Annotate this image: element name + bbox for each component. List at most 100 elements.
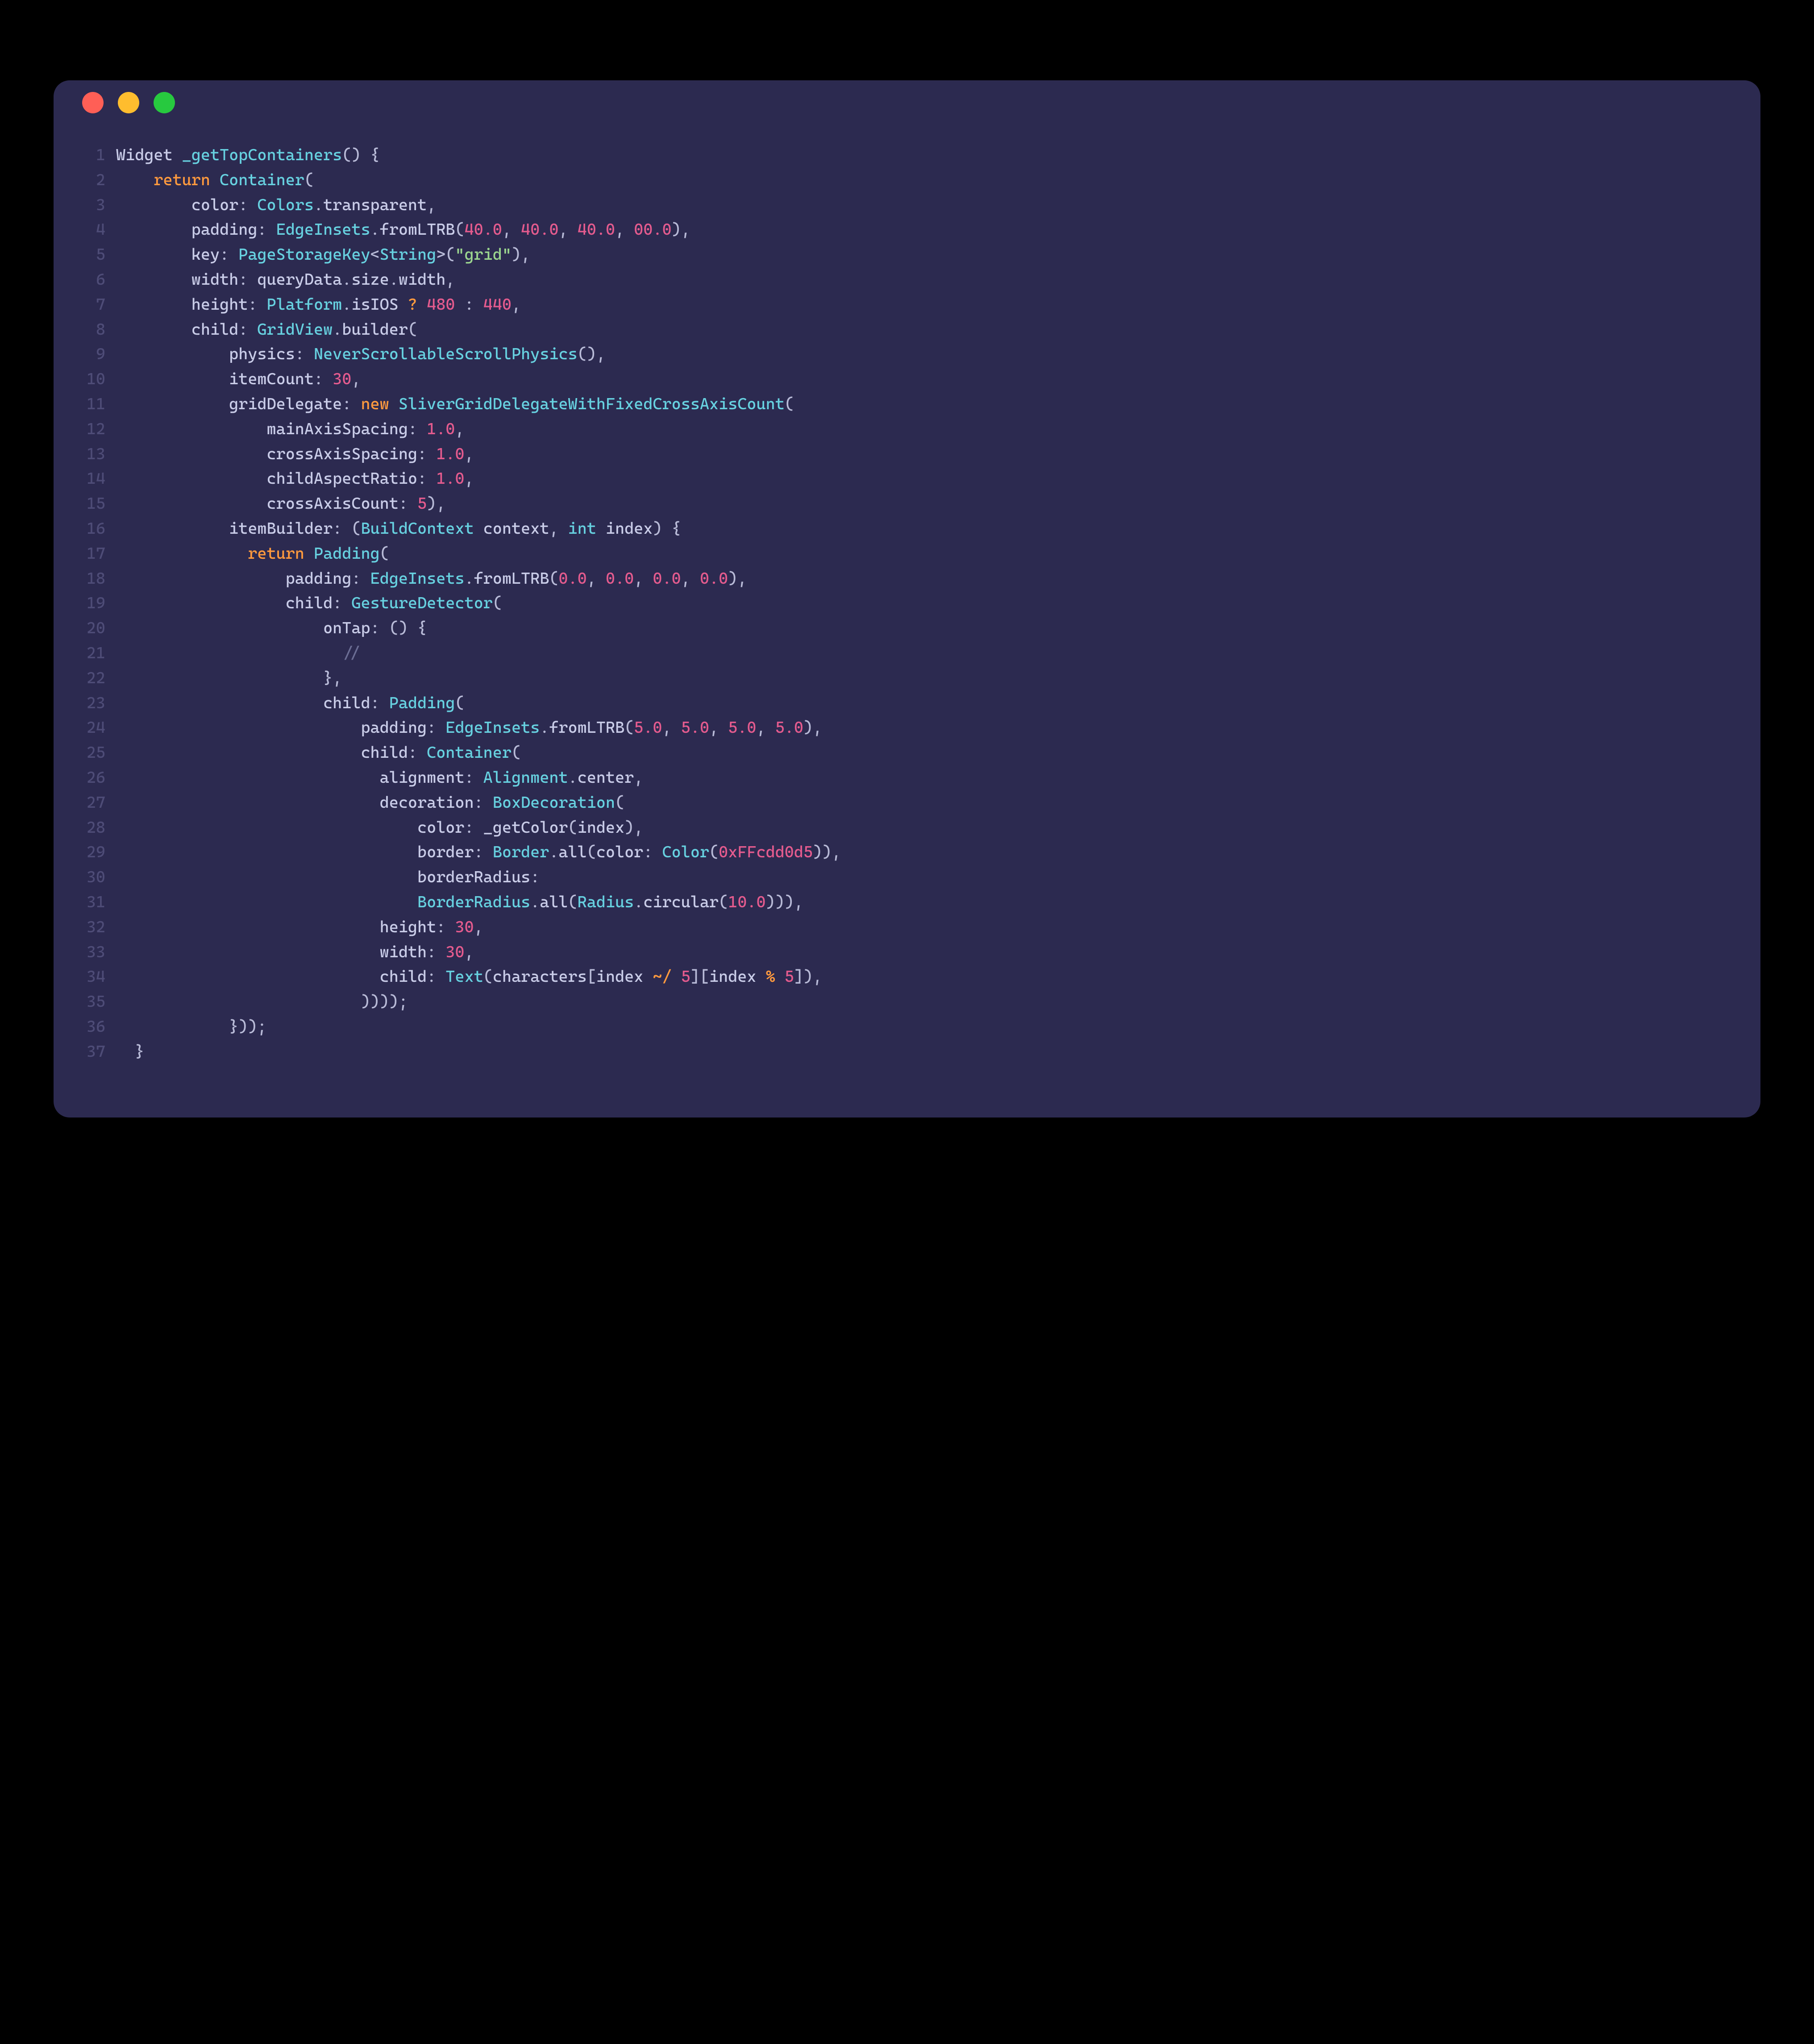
code-line[interactable]: 22 }, [54,666,1760,691]
code-content: child: Padding( [116,691,464,716]
token-default: Widget [116,146,182,164]
code-line[interactable]: 20 onTap: () { [54,616,1760,641]
token-punct: )))); [361,993,408,1011]
token-punct: ( [785,395,794,413]
code-line[interactable]: 21 // [54,641,1760,666]
code-line[interactable]: 34 child: Text(characters[index ~/ 5][in… [54,964,1760,989]
code-line[interactable]: 25 child: Container( [54,740,1760,765]
code-line[interactable]: 37 } [54,1039,1760,1064]
window-minimize-icon[interactable] [118,92,139,113]
token-punct: : [238,196,257,214]
token-punct: ( [512,744,521,762]
token-default: index [578,818,624,837]
token-default: builder [342,320,408,339]
token-punct: , [634,769,643,787]
token-punct: : [417,469,436,488]
token-punct: : [643,843,662,861]
token-default: all [540,893,568,911]
window-close-icon[interactable] [82,92,104,113]
token-prop: childAspectRatio [267,469,418,488]
code-content: return Padding( [116,541,389,566]
code-line[interactable]: 2 return Container( [54,168,1760,193]
token-punct: : [464,295,474,314]
token-prop: child [286,594,333,612]
token-punct: ), [512,245,530,264]
token-prop: padding [286,569,352,588]
token-punct: ) { [653,519,681,538]
code-line[interactable]: 13 crossAxisSpacing: 1.0, [54,442,1760,467]
line-number: 4 [54,217,116,242]
token-default: index [596,519,653,538]
token-prop: mainAxisSpacing [267,420,408,438]
token-keyword: new [361,395,389,413]
token-punct: ]), [794,968,822,986]
code-editor[interactable]: 1Widget _getTopContainers() {2 return Co… [54,125,1760,1118]
code-line[interactable]: 30 borderRadius: [54,865,1760,890]
token-punct: : [417,445,436,463]
code-line[interactable]: 19 child: GestureDetector( [54,591,1760,616]
code-line[interactable]: 7 height: Platform.isIOS ? 480 : 440, [54,292,1760,317]
token-punct: ( [624,719,634,737]
token-default [116,469,267,488]
token-type: GestureDetector [351,594,492,612]
token-punct: ( [568,818,578,837]
code-line[interactable]: 3 color: Colors.transparent, [54,193,1760,218]
line-number: 3 [54,193,116,218]
token-punct: , [558,220,577,239]
code-line[interactable]: 24 padding: EdgeInsets.fromLTRB(5.0, 5.0… [54,715,1760,740]
code-content: decoration: BoxDecoration( [116,790,624,815]
code-line[interactable]: 36 })); [54,1014,1760,1039]
line-number: 17 [54,541,116,566]
code-line[interactable]: 28 color: _getColor(index), [54,815,1760,840]
token-default [116,196,191,214]
token-punct: : [220,245,238,264]
token-type: Text [445,968,483,986]
code-line[interactable]: 12 mainAxisSpacing: 1.0, [54,417,1760,442]
code-line[interactable]: 4 padding: EdgeInsets.fromLTRB(40.0, 40.… [54,217,1760,242]
token-prop: child [361,744,408,762]
code-line[interactable]: 16 itemBuilder: (BuildContext context, i… [54,516,1760,541]
window-maximize-icon[interactable] [154,92,175,113]
line-number: 19 [54,591,116,616]
token-prop: crossAxisSpacing [267,445,418,463]
code-line[interactable]: 31 BorderRadius.all(Radius.circular(10.0… [54,890,1760,915]
code-line[interactable]: 32 height: 30, [54,915,1760,940]
token-punct: [ [587,968,596,986]
code-line[interactable]: 5 key: PageStorageKey<String>("grid"), [54,242,1760,267]
token-punct: , [464,469,474,488]
code-line[interactable]: 18 padding: EdgeInsets.fromLTRB(0.0, 0.0… [54,566,1760,591]
code-line[interactable]: 6 width: queryData.size.width, [54,267,1760,292]
token-prop: color [417,818,464,837]
token-punct: . [549,843,558,861]
token-string: "grid" [455,245,512,264]
token-type: String [380,245,437,264]
code-line[interactable]: 27 decoration: BoxDecoration( [54,790,1760,815]
code-line[interactable]: 14 childAspectRatio: 1.0, [54,466,1760,491]
code-line[interactable]: 29 border: Border.all(color: Color(0xFFc… [54,840,1760,865]
code-line[interactable]: 10 itemCount: 30, [54,367,1760,392]
code-line[interactable]: 9 physics: NeverScrollableScrollPhysics(… [54,342,1760,367]
code-line[interactable]: 35 )))); [54,989,1760,1014]
token-keyword: return [154,171,210,189]
code-line[interactable]: 23 child: Padding( [54,691,1760,716]
token-punct: : [333,594,351,612]
line-number: 25 [54,740,116,765]
code-content: mainAxisSpacing: 1.0, [116,417,464,442]
code-line[interactable]: 26 alignment: Alignment.center, [54,765,1760,790]
code-line[interactable]: 8 child: GridView.builder( [54,317,1760,342]
token-default: width [399,270,445,289]
token-number: 0.0 [653,569,681,588]
token-prop: onTap [323,619,370,637]
code-line[interactable]: 1Widget _getTopContainers() { [54,143,1760,168]
token-punct: , [474,918,483,936]
token-punct: : [436,918,455,936]
code-line[interactable]: 33 width: 30, [54,940,1760,965]
code-line[interactable]: 15 crossAxisCount: 5), [54,491,1760,516]
token-default [116,644,342,662]
code-line[interactable]: 11 gridDelegate: new SliverGridDelegateW… [54,392,1760,417]
line-number: 7 [54,292,116,317]
token-punct: , [455,420,464,438]
token-number: 0.0 [700,569,728,588]
token-default: fromLTRB [380,220,455,239]
code-line[interactable]: 17 return Padding( [54,541,1760,566]
